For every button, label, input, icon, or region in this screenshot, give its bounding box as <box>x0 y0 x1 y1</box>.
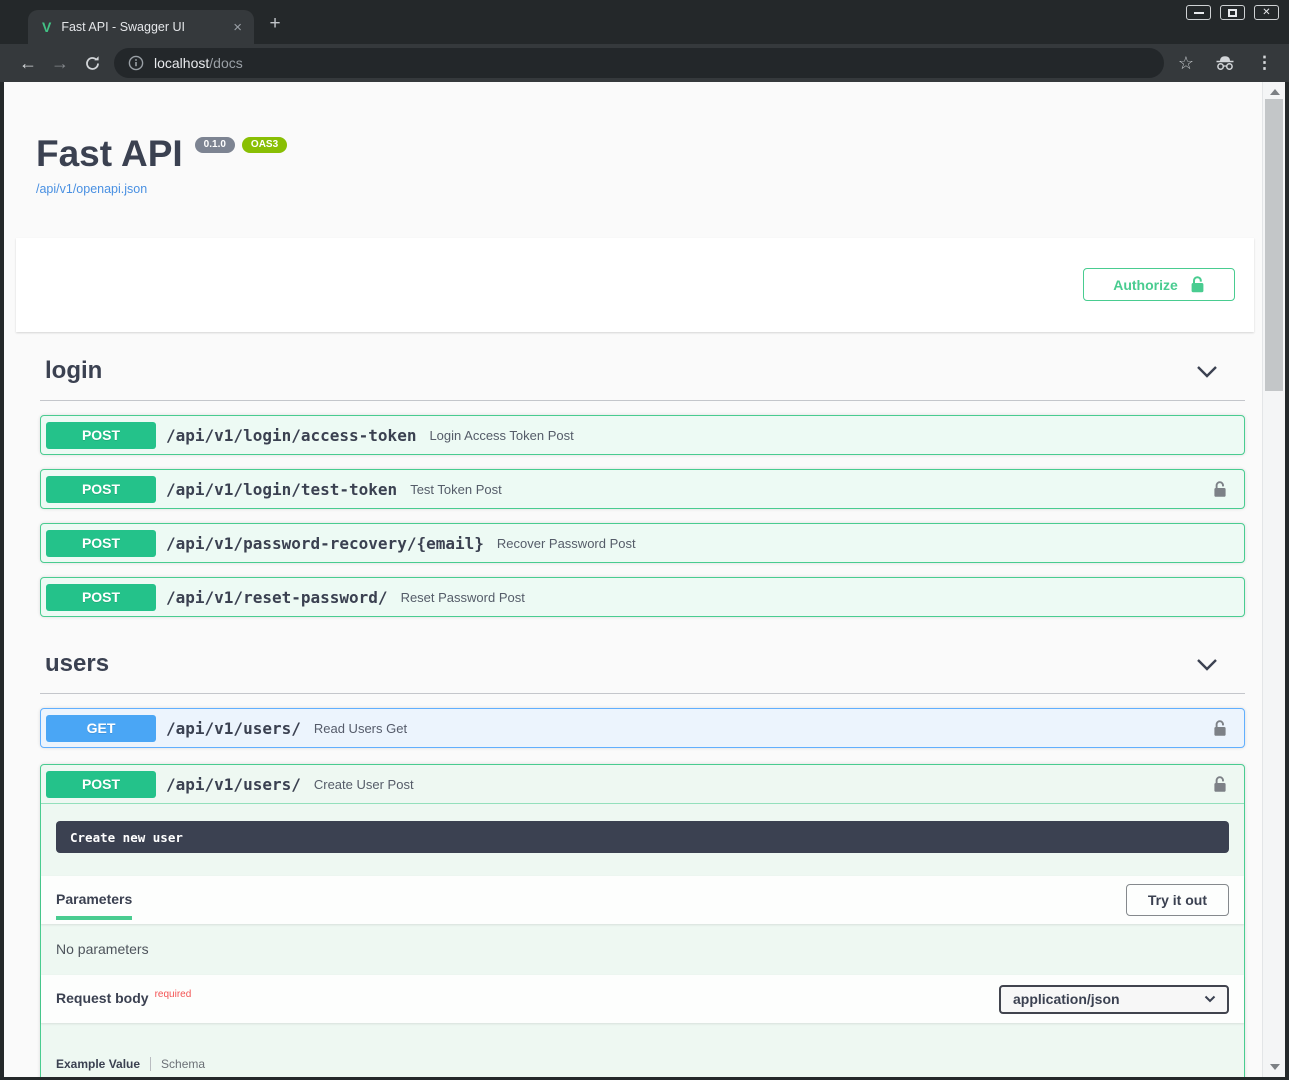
request-body-label: Request body <box>56 990 149 1006</box>
tag-name: login <box>45 357 102 385</box>
parameters-header: Parameters Try it out <box>41 876 1244 924</box>
url-host: localhost <box>154 55 209 71</box>
api-info: Fast API 0.1.0 OAS3 /api/v1/openapi.json <box>4 82 1262 198</box>
page-scrollbar[interactable] <box>1262 82 1285 1077</box>
scrollbar-thumb[interactable] <box>1265 99 1283 391</box>
scroll-down-arrow-icon[interactable] <box>1270 1064 1280 1070</box>
auth-lock-icon[interactable] <box>1213 720 1227 737</box>
tab-divider <box>150 1057 151 1071</box>
chevron-down-icon[interactable] <box>1196 658 1218 671</box>
operation-summary: Reset Password Post <box>401 590 525 605</box>
required-badge: required <box>155 989 192 1000</box>
operation-path: /api/v1/login/access-token <box>166 426 416 445</box>
maximize-button[interactable] <box>1220 5 1245 20</box>
method-badge: POST <box>46 422 156 449</box>
tab-title: Fast API - Swagger UI <box>61 20 231 34</box>
no-parameters-text: No parameters <box>41 924 1244 975</box>
reload-icon <box>84 55 101 72</box>
method-badge: POST <box>46 584 156 611</box>
reload-button[interactable] <box>76 55 108 72</box>
openapi-spec-link[interactable]: /api/v1/openapi.json <box>36 182 147 196</box>
operation-expanded-create-user: POST /api/v1/users/ Create User Post Cre… <box>40 764 1245 1077</box>
close-window-button[interactable]: ✕ <box>1254 5 1279 20</box>
tab-schema[interactable]: Schema <box>161 1057 205 1071</box>
version-badge: 0.1.0 <box>195 137 235 153</box>
method-badge: GET <box>46 715 156 742</box>
operation-path: /api/v1/login/test-token <box>166 480 397 499</box>
tab-close-icon[interactable]: × <box>231 19 244 36</box>
operation-description: Create new user <box>56 821 1229 853</box>
operation-row-login-access-token[interactable]: POST /api/v1/login/access-token Login Ac… <box>40 415 1245 455</box>
tab-example-value[interactable]: Example Value <box>56 1057 140 1071</box>
operation-summary: Test Token Post <box>410 482 502 497</box>
model-example: Example Value Schema { <box>41 1023 1244 1077</box>
swagger-page: Fast API 0.1.0 OAS3 /api/v1/openapi.json… <box>4 82 1262 1077</box>
operation-summary: Login Access Token Post <box>429 428 573 443</box>
new-tab-button[interactable]: + <box>262 13 288 35</box>
parameters-tab: Parameters <box>56 880 132 920</box>
minimize-icon <box>1194 12 1204 14</box>
auth-lock-icon[interactable] <box>1213 776 1227 793</box>
operation-path: /api/v1/users/ <box>166 775 301 794</box>
auth-lock-icon[interactable] <box>1213 481 1227 498</box>
operation-row-password-recovery[interactable]: POST /api/v1/password-recovery/{email} R… <box>40 523 1245 563</box>
browser-tab[interactable]: V Fast API - Swagger UI × <box>28 10 254 44</box>
operation-summary: Create User Post <box>314 777 414 792</box>
operation-path: /api/v1/users/ <box>166 719 301 738</box>
authorize-button[interactable]: Authorize <box>1083 268 1235 301</box>
operation-summary: Recover Password Post <box>497 536 636 551</box>
url-path: /docs <box>209 55 242 71</box>
method-badge: POST <box>46 530 156 557</box>
example-tabs: Example Value Schema <box>56 1057 1229 1071</box>
address-bar[interactable]: localhost/docs <box>114 48 1164 78</box>
page-title: Fast API 0.1.0 OAS3 <box>36 134 1230 174</box>
browser-toolbar: ← → localhost/docs ☆ ⋮ <box>0 44 1289 82</box>
back-button[interactable]: ← <box>12 53 44 74</box>
operation-row-login-test-token[interactable]: POST /api/v1/login/test-token Test Token… <box>40 469 1245 509</box>
operations-wrapper: login POST /api/v1/login/access-token Lo… <box>4 348 1262 1077</box>
active-tab-underline <box>56 916 132 920</box>
method-badge: POST <box>46 771 156 798</box>
tag-name: users <box>45 650 109 678</box>
browser-tab-bar: V Fast API - Swagger UI × + ✕ <box>0 0 1289 44</box>
operation-path: /api/v1/password-recovery/{email} <box>166 534 484 553</box>
operation-summary-row[interactable]: POST /api/v1/users/ Create User Post <box>41 765 1244 804</box>
media-type-select[interactable]: application/json <box>999 985 1229 1014</box>
request-body-header: Request body required application/json <box>41 975 1244 1023</box>
oas3-badge: OAS3 <box>242 137 287 153</box>
minimize-button[interactable] <box>1186 5 1211 20</box>
window-controls: ✕ <box>1186 5 1279 20</box>
toolbar-right: ☆ ⋮ <box>1178 53 1277 74</box>
operation-row-read-users[interactable]: GET /api/v1/users/ Read Users Get <box>40 708 1245 748</box>
maximize-icon <box>1228 9 1237 17</box>
favicon-icon: V <box>42 19 51 35</box>
select-chevron-icon <box>1204 995 1216 1003</box>
try-it-out-button[interactable]: Try it out <box>1126 884 1229 916</box>
operation-summary: Read Users Get <box>314 721 407 736</box>
incognito-icon <box>1214 55 1236 71</box>
operation-path: /api/v1/reset-password/ <box>166 588 388 607</box>
page-info-icon[interactable] <box>128 55 144 71</box>
method-badge: POST <box>46 476 156 503</box>
tag-header-login[interactable]: login <box>40 348 1245 401</box>
forward-button[interactable]: → <box>44 53 76 74</box>
unlocked-padlock-icon <box>1190 276 1205 293</box>
tag-header-users[interactable]: users <box>40 641 1245 694</box>
browser-menu-icon[interactable]: ⋮ <box>1256 53 1277 73</box>
operation-row-reset-password[interactable]: POST /api/v1/reset-password/ Reset Passw… <box>40 577 1245 617</box>
scroll-up-arrow-icon[interactable] <box>1270 89 1280 95</box>
scheme-container: Authorize <box>16 238 1254 332</box>
bookmark-star-icon[interactable]: ☆ <box>1178 53 1194 74</box>
chevron-down-icon[interactable] <box>1196 365 1218 378</box>
